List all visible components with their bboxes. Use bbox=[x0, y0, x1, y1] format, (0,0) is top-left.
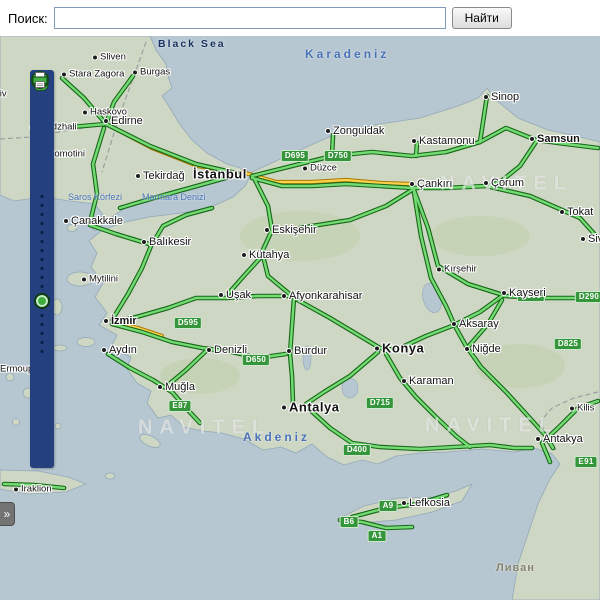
find-button[interactable]: Найти bbox=[452, 7, 512, 29]
panel-expand-tab[interactable]: » bbox=[0, 502, 15, 526]
map-canvas[interactable]: Black SeaKaradenizSaros KörfeziMarmara D… bbox=[0, 36, 600, 600]
navigation-wheel-button[interactable] bbox=[30, 102, 54, 126]
zoom-out-button[interactable] bbox=[30, 358, 54, 382]
zoom-slider-track-upper[interactable] bbox=[30, 192, 54, 291]
print-button[interactable] bbox=[30, 416, 54, 442]
search-label: Поиск: bbox=[8, 11, 48, 26]
zoom-slider-track-lower[interactable] bbox=[30, 311, 54, 356]
route-flag-button[interactable] bbox=[30, 130, 54, 156]
print-icon bbox=[30, 70, 50, 90]
map-graphics bbox=[0, 36, 600, 600]
home-button[interactable] bbox=[30, 388, 54, 414]
zoom-in-button[interactable] bbox=[30, 164, 54, 188]
map-toolbar bbox=[30, 70, 54, 468]
search-bar: Поиск: Найти bbox=[0, 0, 600, 36]
zoom-slider-handle[interactable] bbox=[34, 293, 50, 309]
search-input[interactable] bbox=[54, 7, 446, 29]
